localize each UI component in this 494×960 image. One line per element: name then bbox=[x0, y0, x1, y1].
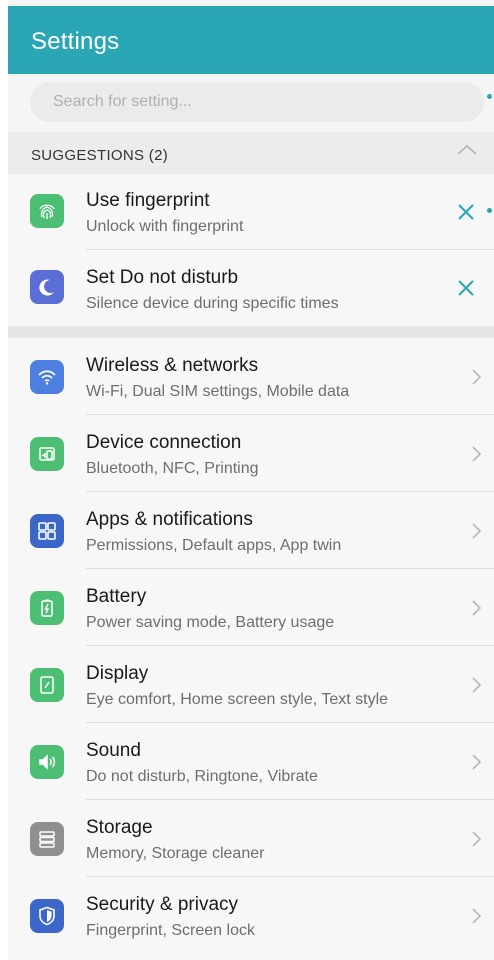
settings-item-security[interactable]: Security & privacy Fingerprint, Screen l… bbox=[8, 877, 494, 954]
section-divider bbox=[8, 326, 494, 338]
suggestion-title: Set Do not disturb bbox=[86, 267, 239, 288]
suggestion-do-not-disturb[interactable]: Set Do not disturb Silence device during… bbox=[8, 250, 494, 326]
search-placeholder: Search for setting... bbox=[53, 93, 192, 110]
search-input[interactable]: Search for setting... bbox=[30, 82, 484, 122]
settings-item-subtitle: Memory, Storage cleaner bbox=[86, 845, 265, 862]
settings-item-wireless[interactable]: Wireless & networks Wi-Fi, Dual SIM sett… bbox=[8, 338, 494, 415]
settings-item-title: Apps & notifications bbox=[86, 509, 253, 530]
scroll-indicator-dot bbox=[487, 208, 492, 213]
chevron-right-icon bbox=[472, 677, 482, 693]
apps-grid-icon bbox=[30, 514, 64, 548]
chevron-right-icon bbox=[472, 908, 482, 924]
settings-item-title: Sound bbox=[86, 740, 141, 761]
settings-screen: Settings Search for setting... SUGGESTIO… bbox=[8, 0, 494, 960]
settings-item-subtitle: Do not disturb, Ringtone, Vibrate bbox=[86, 768, 318, 785]
settings-item-battery[interactable]: Battery Power saving mode, Battery usage bbox=[8, 569, 494, 646]
settings-list: Wireless & networks Wi-Fi, Dual SIM sett… bbox=[8, 338, 494, 960]
wifi-icon bbox=[30, 360, 64, 394]
speaker-icon bbox=[30, 745, 64, 779]
moon-icon bbox=[30, 270, 64, 304]
chevron-right-icon bbox=[472, 831, 482, 847]
suggestion-title: Use fingerprint bbox=[86, 190, 210, 211]
display-icon bbox=[30, 668, 64, 702]
chevron-right-icon bbox=[472, 446, 482, 462]
settings-item-title: Device connection bbox=[86, 432, 242, 453]
suggestions-label: SUGGESTIONS (2) bbox=[31, 147, 169, 164]
scroll-indicator-dot bbox=[487, 94, 492, 99]
shield-icon bbox=[30, 899, 64, 933]
chevron-right-icon bbox=[472, 523, 482, 539]
battery-icon bbox=[30, 591, 64, 625]
settings-item-sound[interactable]: Sound Do not disturb, Ringtone, Vibrate bbox=[8, 723, 494, 800]
settings-item-title: Battery bbox=[86, 586, 147, 607]
settings-item-title: Security & privacy bbox=[86, 894, 239, 915]
settings-item-title: Storage bbox=[86, 817, 153, 838]
settings-item-display[interactable]: Display Eye comfort, Home screen style, … bbox=[8, 646, 494, 723]
settings-item-subtitle: Eye comfort, Home screen style, Text sty… bbox=[86, 691, 389, 708]
storage-icon bbox=[30, 822, 64, 856]
chevron-up-icon[interactable] bbox=[456, 142, 478, 158]
chevron-right-icon bbox=[472, 600, 482, 616]
settings-item-subtitle: Bluetooth, NFC, Printing bbox=[86, 460, 259, 477]
fingerprint-icon bbox=[30, 194, 64, 228]
settings-item-subtitle: Fingerprint, Screen lock bbox=[86, 922, 255, 939]
settings-item-device-connection[interactable]: Device connection Bluetooth, NFC, Printi… bbox=[8, 415, 494, 492]
settings-item-storage[interactable]: Storage Memory, Storage cleaner bbox=[8, 800, 494, 877]
settings-item-subtitle: Permissions, Default apps, App twin bbox=[86, 537, 342, 554]
settings-item-subtitle: Power saving mode, Battery usage bbox=[86, 614, 335, 631]
chevron-right-icon bbox=[472, 754, 482, 770]
app-bar: Settings bbox=[8, 6, 494, 74]
device-connection-icon bbox=[30, 437, 64, 471]
close-icon[interactable] bbox=[456, 278, 476, 298]
close-icon[interactable] bbox=[456, 202, 476, 222]
suggestions-header[interactable]: SUGGESTIONS (2) bbox=[8, 132, 494, 174]
settings-item-title: Display bbox=[86, 663, 149, 684]
suggestion-subtitle: Unlock with fingerprint bbox=[86, 218, 244, 235]
settings-item-apps[interactable]: Apps & notifications Permissions, Defaul… bbox=[8, 492, 494, 569]
chevron-right-icon bbox=[472, 369, 482, 385]
suggestion-use-fingerprint[interactable]: Use fingerprint Unlock with fingerprint bbox=[8, 174, 494, 250]
settings-item-subtitle: Wi-Fi, Dual SIM settings, Mobile data bbox=[86, 383, 350, 400]
suggestions-list: Use fingerprint Unlock with fingerprint … bbox=[8, 174, 494, 326]
page-title: Settings bbox=[31, 28, 120, 55]
settings-item-title: Wireless & networks bbox=[86, 355, 259, 376]
suggestion-subtitle: Silence device during specific times bbox=[86, 295, 339, 312]
